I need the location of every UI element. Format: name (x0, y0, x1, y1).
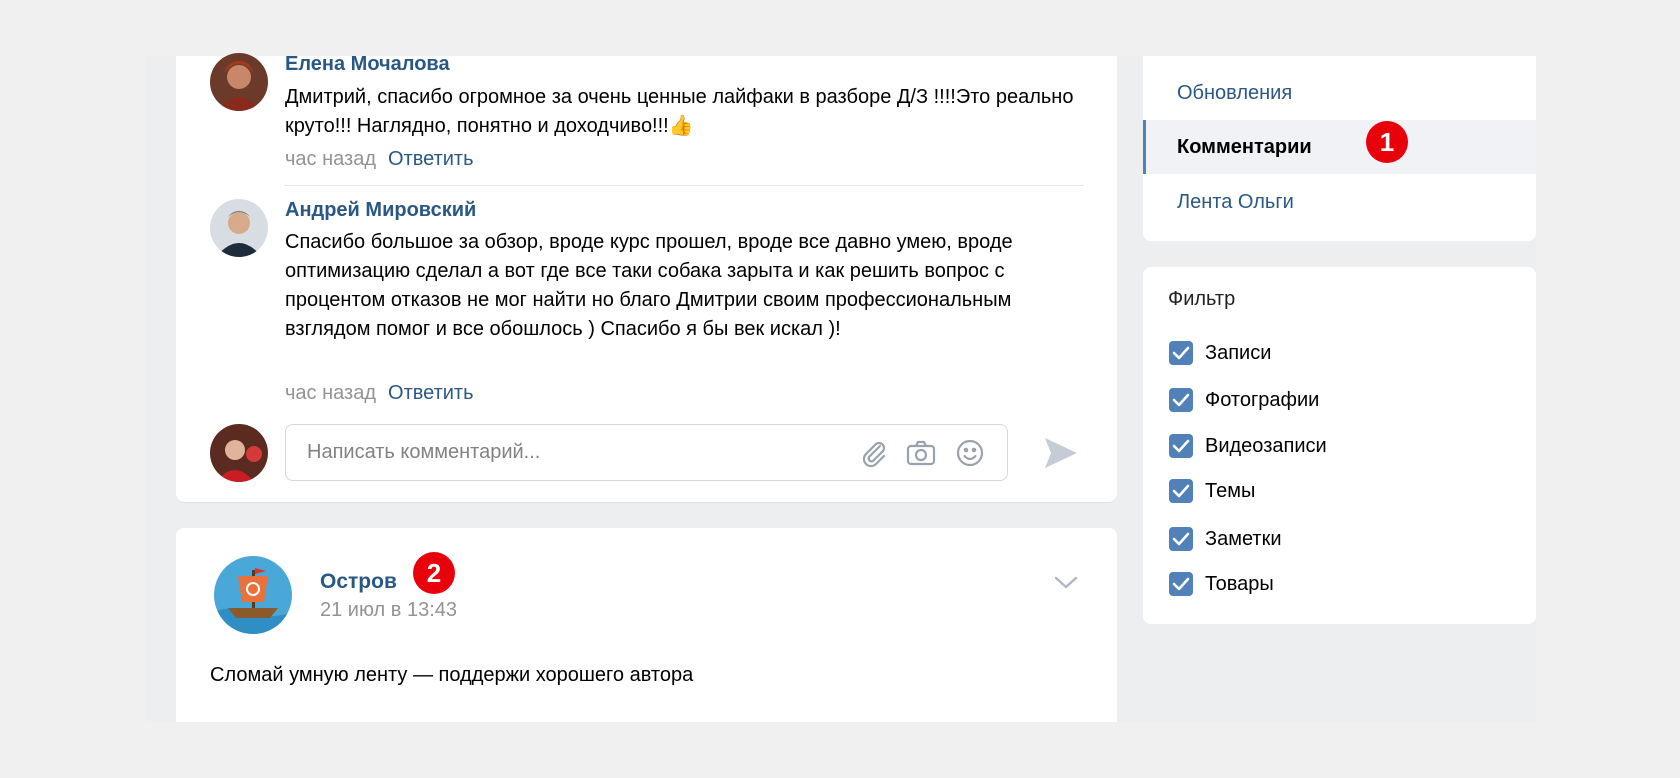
filter-label: Видеозаписи (1205, 435, 1327, 457)
filter-title: Фильтр (1168, 288, 1236, 310)
filter-label: Заметки (1205, 528, 1282, 550)
filter-label: Товары (1205, 573, 1274, 595)
post-date[interactable]: 21 июл в 13:43 (320, 599, 457, 622)
emoji-icon[interactable] (954, 437, 986, 469)
comment-author[interactable]: Андрей Мировский (285, 199, 476, 222)
nav-item-comments[interactable]: Комментарии (1143, 120, 1536, 174)
comment-meta: час назад Ответить (285, 148, 474, 171)
reply-button[interactable]: Ответить (388, 148, 474, 170)
current-user-avatar (210, 424, 268, 482)
comment-input-placeholder: Написать комментарий... (307, 441, 541, 463)
nav-item-updates[interactable]: Обновления (1143, 66, 1536, 120)
comment-time[interactable]: час назад (285, 148, 376, 170)
comment-text: Спасибо большое за обзор, вроде курс про… (285, 231, 1013, 340)
comment-author[interactable]: Елена Мочалова (285, 53, 450, 76)
post-author[interactable]: Остров (320, 570, 397, 594)
nav-item-feed[interactable]: Лента Ольги (1143, 175, 1536, 229)
comment-time[interactable]: час назад (285, 382, 376, 404)
reply-button[interactable]: Ответить (388, 382, 474, 404)
chevron-down-icon[interactable] (1052, 570, 1080, 594)
commenter-avatar[interactable] (210, 199, 268, 257)
checkbox[interactable] (1169, 341, 1193, 365)
comment-divider (284, 185, 1084, 186)
comment-text: Дмитрий, спасибо огромное за очень ценны… (285, 86, 1074, 137)
community-avatar[interactable] (214, 556, 292, 634)
filter-label: Фотографии (1205, 389, 1320, 411)
filter-label: Темы (1205, 480, 1256, 502)
annotation-badge-2: 2 (413, 552, 455, 594)
checkbox[interactable] (1169, 527, 1193, 551)
comment-meta: час назад Ответить (285, 382, 474, 405)
comment-input[interactable]: Написать комментарий... (285, 424, 1008, 481)
filter-label: Записи (1205, 342, 1272, 364)
checkbox[interactable] (1169, 572, 1193, 596)
commenter-avatar[interactable] (210, 53, 268, 111)
checkbox[interactable] (1169, 388, 1193, 412)
camera-icon[interactable] (905, 437, 937, 469)
post-card (176, 528, 1117, 722)
annotation-badge-1: 1 (1366, 121, 1408, 163)
send-icon[interactable] (1042, 434, 1080, 472)
attach-icon[interactable] (858, 437, 890, 469)
filter-card (1143, 267, 1536, 624)
post-text: Сломай умную ленту — поддержи хорошего а… (210, 664, 694, 686)
checkbox[interactable] (1169, 434, 1193, 458)
checkbox[interactable] (1169, 479, 1193, 503)
